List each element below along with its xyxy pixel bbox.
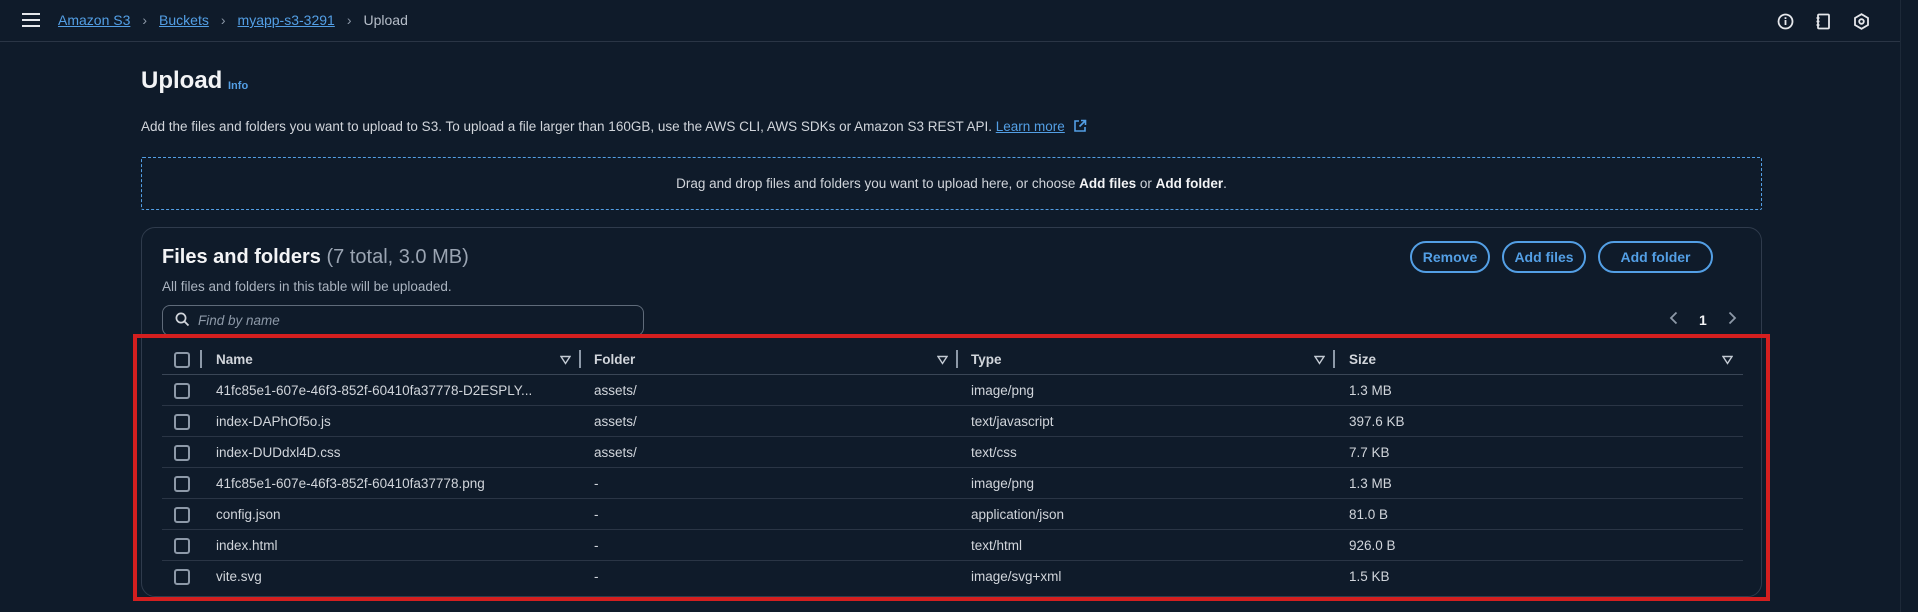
search-icon — [175, 312, 190, 330]
dropzone-end: . — [1223, 176, 1227, 191]
breadcrumb-amazon-s3[interactable]: Amazon S3 — [58, 12, 130, 28]
chevron-left-icon[interactable] — [1669, 311, 1679, 328]
sort-down-icon[interactable] — [1721, 352, 1734, 368]
table-row[interactable]: index.html - text/html 926.0 B — [162, 530, 1743, 561]
cell-name: 41fc85e1-607e-46f3-852f-60410fa37778-D2E… — [216, 383, 533, 398]
row-checkbox[interactable] — [174, 414, 190, 430]
pagination: 1 — [1669, 311, 1737, 328]
cell-name: index.html — [216, 538, 278, 553]
chevron-right-icon: › — [346, 12, 352, 28]
column-header-folder[interactable]: Folder — [594, 344, 635, 375]
chevron-right-icon[interactable] — [1727, 311, 1737, 328]
column-header-name[interactable]: Name — [216, 344, 253, 375]
info-link[interactable]: Info — [228, 80, 248, 92]
info-circle-icon[interactable] — [1775, 11, 1795, 31]
panel-count: (7 total, 3.0 MB) — [326, 246, 469, 268]
settings-hex-icon[interactable] — [1851, 11, 1871, 31]
page-scrollbar[interactable] — [1900, 0, 1918, 612]
column-header-size[interactable]: Size — [1349, 344, 1376, 375]
column-header-type[interactable]: Type — [971, 344, 1002, 375]
cell-type: image/png — [971, 383, 1035, 398]
page-number[interactable]: 1 — [1699, 312, 1707, 328]
cell-folder: - — [594, 538, 599, 553]
cell-size: 81.0 B — [1349, 507, 1389, 522]
page-description: Add the files and folders you want to up… — [141, 119, 1087, 136]
dropzone-or: or — [1136, 176, 1156, 191]
files-and-folders-panel: Files and folders (7 total, 3.0 MB) All … — [141, 227, 1762, 597]
dropzone-add-files: Add files — [1079, 176, 1137, 191]
chevron-right-icon: › — [142, 12, 148, 28]
description-text: Add the files and folders you want to up… — [141, 119, 992, 134]
select-all-checkbox[interactable] — [174, 352, 190, 368]
learn-more-link[interactable]: Learn more — [996, 119, 1065, 134]
breadcrumb-current: Upload — [363, 12, 408, 28]
cell-name: index-DUDdxl4D.css — [216, 445, 341, 460]
table-row[interactable]: index-DUDdxl4D.css assets/ text/css 7.7 … — [162, 437, 1743, 468]
cell-size: 7.7 KB — [1349, 445, 1390, 460]
cell-folder: assets/ — [594, 383, 637, 398]
cell-type: image/svg+xml — [971, 569, 1062, 584]
column-divider[interactable] — [1333, 350, 1335, 368]
dropzone-add-folder: Add folder — [1155, 176, 1224, 191]
chevron-right-icon: › — [220, 12, 226, 28]
cell-folder: - — [594, 507, 599, 522]
table-header: Name Folder Type Size — [162, 344, 1743, 375]
row-checkbox[interactable] — [174, 476, 190, 492]
table-row[interactable]: 41fc85e1-607e-46f3-852f-60410fa37778.png… — [162, 468, 1743, 499]
cell-name: config.json — [216, 507, 281, 522]
remove-button[interactable]: Remove — [1410, 241, 1490, 273]
cell-size: 1.5 KB — [1349, 569, 1390, 584]
cell-name: index-DAPhOf5o.js — [216, 414, 331, 429]
search-input[interactable] — [198, 313, 618, 328]
cell-size: 926.0 B — [1349, 538, 1396, 553]
external-link-icon[interactable] — [1073, 119, 1087, 136]
sort-down-icon[interactable] — [559, 352, 572, 368]
row-checkbox[interactable] — [174, 569, 190, 585]
notebook-icon[interactable] — [1813, 11, 1833, 31]
search-box — [162, 305, 644, 336]
dropzone-text: Drag and drop files and folders you want… — [676, 176, 1080, 191]
column-divider[interactable] — [579, 350, 581, 368]
table-row[interactable]: vite.svg - image/svg+xml 1.5 KB — [162, 561, 1743, 592]
add-folder-button[interactable]: Add folder — [1598, 241, 1713, 273]
row-checkbox[interactable] — [174, 383, 190, 399]
table-row[interactable]: index-DAPhOf5o.js assets/ text/javascrip… — [162, 406, 1743, 437]
breadcrumb: Amazon S3 › Buckets › myapp-s3-3291 › Up… — [58, 12, 408, 28]
panel-title-text: Files and folders — [162, 246, 321, 268]
sort-down-icon[interactable] — [1313, 352, 1326, 368]
cell-type: image/png — [971, 476, 1035, 491]
menu-icon[interactable] — [22, 13, 40, 29]
cell-size: 397.6 KB — [1349, 414, 1405, 429]
panel-title: Files and folders (7 total, 3.0 MB) — [162, 246, 469, 269]
cell-name: vite.svg — [216, 569, 262, 584]
cell-type: text/javascript — [971, 414, 1054, 429]
drop-zone[interactable]: Drag and drop files and folders you want… — [141, 157, 1762, 210]
cell-type: application/json — [971, 507, 1065, 522]
breadcrumb-bucket[interactable]: myapp-s3-3291 — [238, 12, 335, 28]
cell-type: text/html — [971, 538, 1023, 553]
cell-size: 1.3 MB — [1349, 383, 1392, 398]
cell-folder: assets/ — [594, 445, 637, 460]
page-title: Upload — [141, 67, 223, 94]
cell-folder: - — [594, 476, 599, 491]
top-navigation-bar: Amazon S3 › Buckets › myapp-s3-3291 › Up… — [0, 0, 1900, 42]
cell-name: 41fc85e1-607e-46f3-852f-60410fa37778.png — [216, 476, 485, 491]
panel-subtitle: All files and folders in this table will… — [162, 279, 452, 294]
table-row[interactable]: 41fc85e1-607e-46f3-852f-60410fa37778-D2E… — [162, 375, 1743, 406]
cell-type: text/css — [971, 445, 1017, 460]
cell-folder: assets/ — [594, 414, 637, 429]
row-checkbox[interactable] — [174, 538, 190, 554]
breadcrumb-buckets[interactable]: Buckets — [159, 12, 209, 28]
add-files-button[interactable]: Add files — [1502, 241, 1586, 273]
cell-size: 1.3 MB — [1349, 476, 1392, 491]
sort-down-icon[interactable] — [936, 352, 949, 368]
table-row[interactable]: config.json - application/json 81.0 B — [162, 499, 1743, 530]
column-divider — [200, 350, 202, 368]
cell-folder: - — [594, 569, 599, 584]
row-checkbox[interactable] — [174, 507, 190, 523]
top-icons — [1775, 11, 1871, 31]
column-divider[interactable] — [956, 350, 958, 368]
row-checkbox[interactable] — [174, 445, 190, 461]
files-table: Name Folder Type Size 41fc85e1-607e-46f3… — [162, 344, 1743, 592]
